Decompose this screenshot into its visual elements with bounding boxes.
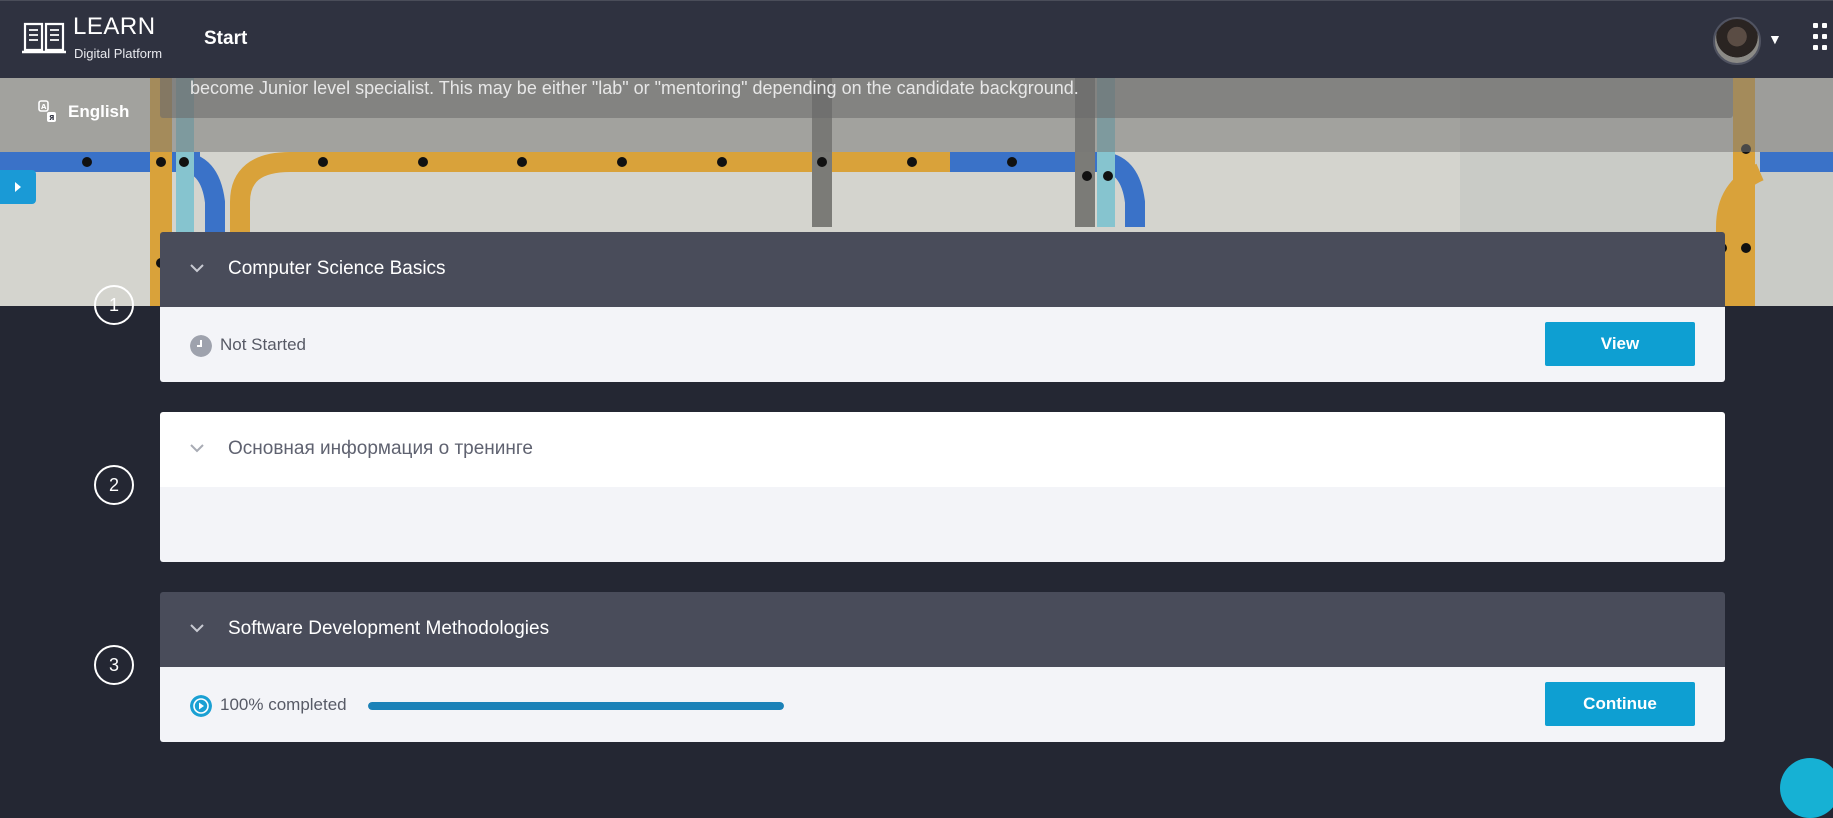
step-header-3[interactable]: Software Development Methodologies	[160, 592, 1725, 667]
step-number-2: 2	[94, 465, 134, 505]
step-body-2	[160, 487, 1725, 562]
step-status-1: Not Started	[220, 335, 306, 354]
step-title-1: Computer Science Basics	[228, 258, 446, 279]
step-status-3: 100% completed	[220, 695, 347, 714]
step-header-2[interactable]: Основная информация о тренинге	[160, 412, 1725, 487]
nav-start-link[interactable]: Start	[204, 28, 247, 50]
svg-text:A: A	[41, 103, 47, 111]
step-number-1: 1	[94, 285, 134, 325]
training-description: become Junior level specialist. This may…	[190, 78, 1079, 98]
step-card-2: Основная информация о тренинге	[160, 412, 1725, 562]
progress-bar	[368, 702, 784, 710]
user-avatar[interactable]	[1713, 17, 1761, 65]
book-logo-icon[interactable]	[22, 18, 66, 56]
chevron-down-icon[interactable]	[190, 443, 204, 453]
chevron-down-icon[interactable]	[190, 263, 204, 273]
step-card-3: Software Development Methodologies 100% …	[160, 592, 1725, 742]
step-number-3: 3	[94, 645, 134, 685]
caret-down-icon[interactable]: ▼	[1768, 31, 1782, 47]
sidebar-toggle-button[interactable]	[0, 170, 36, 204]
progress-bar-fill	[368, 702, 784, 710]
step-body-3: 100% completed Continue	[160, 667, 1725, 742]
step-card-1: Computer Science Basics Not Started View	[160, 232, 1725, 382]
continue-button[interactable]: Continue	[1545, 682, 1695, 726]
language-label: English	[68, 102, 130, 121]
play-icon	[190, 695, 212, 717]
svg-text:Я: Я	[49, 114, 54, 122]
brand-title[interactable]: LEARN	[73, 13, 156, 41]
view-button[interactable]: View	[1545, 322, 1695, 366]
step-header-1[interactable]: Computer Science Basics	[160, 232, 1725, 307]
apps-grid-icon[interactable]	[1813, 23, 1833, 57]
translate-icon: A Я	[38, 100, 56, 122]
help-fab-button[interactable]	[1780, 758, 1833, 818]
step-title-3: Software Development Methodologies	[228, 618, 550, 639]
step-title-2: Основная информация о тренинге	[228, 438, 533, 459]
top-navbar: LEARN Digital Platform Start ▼	[0, 0, 1833, 78]
brand-subtitle: Digital Platform	[74, 46, 163, 61]
clock-icon	[190, 335, 212, 357]
language-selector[interactable]: A Я English	[38, 100, 129, 124]
step-body-1: Not Started View	[160, 307, 1725, 382]
chevron-down-icon[interactable]	[190, 623, 204, 633]
